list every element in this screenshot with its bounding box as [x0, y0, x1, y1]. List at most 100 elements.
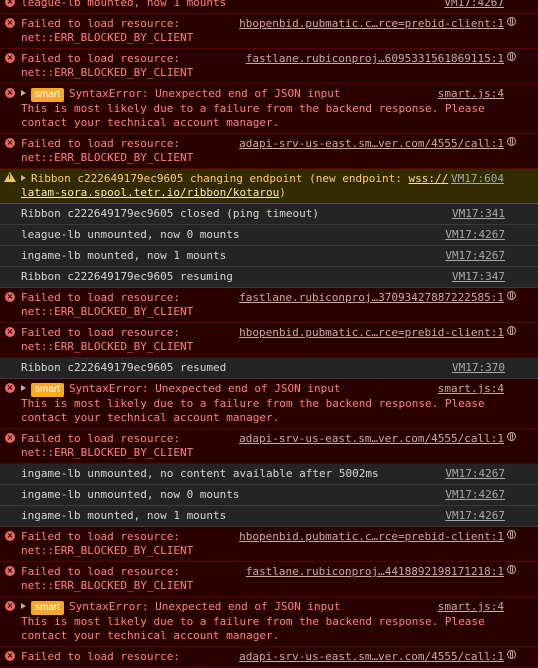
source-link[interactable]: VM17:604 — [451, 172, 504, 186]
message-line-2-container: net::ERR_BLOCKED_BY_CLIENT — [21, 446, 508, 460]
source-link[interactable]: fastlane.rubiconproj…37093427887222585:1 — [239, 291, 504, 305]
message-line-2: net::ERR_BLOCKED_BY_CLIENT — [21, 305, 194, 318]
error-message[interactable]: × Failed to load resource: net::ERR_BLOCKE… — [0, 14, 538, 49]
source-link[interactable]: hbopenbid.pubmatic.c…rce=prebid-client:1 — [239, 530, 504, 544]
warning-message[interactable]: Ribbon c222649179ec9605 changing endpoin… — [0, 169, 538, 204]
network-globe-icon — [507, 530, 516, 539]
message-line-1: Ribbon c222649179ec9605 closed (ping tim… — [21, 207, 320, 220]
error-message[interactable]: × smart SyntaxError: Unexpected end of JSO… — [0, 84, 538, 134]
log-message[interactable]: ingame-lb mounted, now 1 mounts VM17:4267 — [0, 246, 538, 267]
log-message[interactable]: ingame-lb mounted, now 1 mounts VM17:4267 — [0, 506, 538, 527]
error-message[interactable]: × Failed to load resource: adapi-srv-us-ea… — [0, 647, 538, 668]
expand-caret-icon[interactable] — [21, 385, 26, 391]
source-link[interactable]: fastlane.rubiconproj…4418892198171218:1 — [246, 565, 504, 579]
message-line-2-container: net::ERR_BLOCKED_BY_CLIENT — [21, 340, 508, 354]
log-message[interactable]: Ribbon c222649179ec9605 resuming VM17:347 — [0, 267, 538, 288]
error-message[interactable]: × league-lb mounted, now 1 mounts VM17:426… — [0, 0, 538, 14]
message-line-2-container: net::ERR_BLOCKED_BY_CLIENT — [21, 579, 508, 593]
message-line-2-container: This is most likely due to a failure fro… — [21, 615, 508, 629]
source-link[interactable]: VM17:4267 — [444, 0, 504, 10]
source-link[interactable]: fastlane.rubiconproj…6095331561869115:1 — [246, 52, 504, 66]
source-link[interactable]: adapi-srv-us-east.sm…ver.com/4555/call:1 — [239, 650, 504, 664]
message-line-1: ingame-lb mounted, now 1 mounts — [21, 249, 227, 262]
message-line-2-container: net::ERR_BLOCKED_BY_CLIENT — [21, 151, 508, 165]
error-message[interactable]: × Failed to load resource: net::ERR_BLOCKE… — [0, 429, 538, 464]
error-icon: × — [5, 138, 15, 148]
error-message[interactable]: × smart SyntaxError: Unexpected end of JSO… — [0, 597, 538, 647]
error-icon: × — [5, 0, 15, 7]
error-message[interactable]: × Failed to load resource: net::ERR_BLOCKE… — [0, 527, 538, 562]
source-link[interactable]: VM17:4267 — [445, 467, 505, 481]
message-line-2: net::ERR_BLOCKED_BY_CLIENT — [21, 66, 194, 79]
network-globe-icon — [507, 650, 516, 659]
log-message[interactable]: ingame-lb unmounted, no content availabl… — [0, 464, 538, 485]
network-globe-icon — [507, 291, 516, 300]
source-link[interactable]: VM17:4267 — [445, 509, 505, 523]
log-message[interactable]: Ribbon c222649179ec9605 closed (ping tim… — [0, 204, 538, 225]
network-globe-icon — [507, 565, 516, 574]
expand-caret-icon[interactable] — [21, 603, 26, 609]
network-globe-icon — [507, 326, 516, 335]
error-message[interactable]: × Failed to load resource: net::ERR_BLOCKE… — [0, 49, 538, 84]
error-message[interactable]: × Failed to load resource: net::ERR_BLOCKE… — [0, 323, 538, 358]
message-line-1: Failed to load resource: — [21, 530, 180, 543]
message-text: smart SyntaxError: Unexpected end of JSON… — [21, 600, 508, 615]
source-link[interactable]: VM17:4267 — [445, 228, 505, 242]
source-link[interactable]: VM17:370 — [452, 361, 505, 375]
source-link[interactable]: smart.js:4 — [438, 600, 504, 614]
expand-caret-icon[interactable] — [21, 90, 26, 96]
source-link[interactable]: VM17:347 — [452, 270, 505, 284]
message-line-1: Ribbon c222649179ec9605 resumed — [21, 361, 227, 374]
message-line-2: net::ERR_BLOCKED_BY_CLIENT — [21, 31, 194, 44]
source-link[interactable]: adapi-srv-us-east.sm…ver.com/4555/call:1 — [239, 137, 504, 151]
source-link[interactable]: smart.js:4 — [438, 87, 504, 101]
message-line-1: ingame-lb unmounted, no content availabl… — [21, 467, 379, 480]
message-line-1: Ribbon c222649179ec9605 resuming — [21, 270, 233, 283]
expand-caret-icon[interactable] — [21, 175, 26, 181]
message-line-2-container: net::ERR_BLOCKED_BY_CLIENT — [21, 31, 508, 45]
error-message[interactable]: × Failed to load resource: net::ERR_BLOCKE… — [0, 288, 538, 323]
message-text: league-lb mounted, now 1 mounts — [21, 0, 508, 10]
error-message[interactable]: × Failed to load resource: net::ERR_BLOCKE… — [0, 134, 538, 169]
message-line-2: net::ERR_BLOCKED_BY_CLIENT — [21, 151, 194, 164]
message-line-1: Failed to load resource: — [21, 291, 180, 304]
message-text: Ribbon c222649179ec9605 resuming — [21, 270, 508, 284]
message-text: Ribbon c222649179ec9605 closed (ping tim… — [21, 207, 508, 221]
message-text: smart SyntaxError: Unexpected end of JSON… — [21, 87, 508, 102]
message-text: ingame-lb mounted, now 1 mounts — [21, 249, 508, 263]
message-line-2: This is most likely due to a failure fro… — [21, 102, 485, 115]
source-link[interactable]: VM17:341 — [452, 207, 505, 221]
error-icon: × — [5, 292, 15, 302]
message-link[interactable]: wss:// — [409, 172, 449, 185]
message-line-3: contact your technical account manager. — [21, 629, 280, 642]
message-line-1: Failed to load resource: — [21, 17, 180, 30]
message-line-3: contact your technical account manager. — [21, 116, 280, 129]
error-message[interactable]: × Failed to load resource: net::ERR_BLOCKE… — [0, 562, 538, 597]
message-text: ingame-lb mounted, now 1 mounts — [21, 509, 508, 523]
message-text: smart SyntaxError: Unexpected end of JSON… — [21, 382, 508, 397]
source-link[interactable]: hbopenbid.pubmatic.c…rce=prebid-client:1 — [239, 17, 504, 31]
log-message[interactable]: Ribbon c222649179ec9605 resumed VM17:370 — [0, 358, 538, 379]
error-icon: × — [5, 18, 15, 28]
error-icon: × — [5, 53, 15, 63]
message-line-1: ingame-lb mounted, now 1 mounts — [21, 509, 227, 522]
source-link[interactable]: VM17:4267 — [445, 488, 505, 502]
log-message[interactable]: ingame-lb unmounted, now 0 mounts VM17:42… — [0, 485, 538, 506]
message-line-2-container: net::ERR_BLOCKED_BY_CLIENT — [21, 544, 508, 558]
message-line-2-container: net::ERR_BLOCKED_BY_CLIENT — [21, 66, 508, 80]
source-link[interactable]: adapi-srv-us-east.sm…ver.com/4555/call:1 — [239, 432, 504, 446]
source-link[interactable]: VM17:4267 — [445, 249, 505, 263]
source-link[interactable]: smart.js:4 — [438, 382, 504, 396]
console-messages: × league-lb mounted, now 1 mounts VM17:426… — [0, 0, 538, 668]
message-line-2[interactable]: latam-sora.spool.tetr.io/ribbon/kotarou — [21, 186, 279, 199]
message-line-1: league-lb unmounted, now 0 mounts — [21, 228, 240, 241]
message-line-2: net::ERR_BLOCKED_BY_CLIENT — [21, 340, 194, 353]
context-badge: smart — [31, 383, 64, 397]
source-link[interactable]: hbopenbid.pubmatic.c…rce=prebid-client:1 — [239, 326, 504, 340]
log-message[interactable]: league-lb unmounted, now 0 mounts VM17:42… — [0, 225, 538, 246]
message-text: Ribbon c222649179ec9605 changing endpoin… — [21, 172, 508, 186]
message-line-1: league-lb mounted, now 1 mounts — [21, 0, 227, 9]
message-line-2: net::ERR_BLOCKED_BY_CLIENT — [21, 544, 194, 557]
message-line-1: Failed to load resource: — [21, 432, 180, 445]
error-message[interactable]: × smart SyntaxError: Unexpected end of JSO… — [0, 379, 538, 429]
